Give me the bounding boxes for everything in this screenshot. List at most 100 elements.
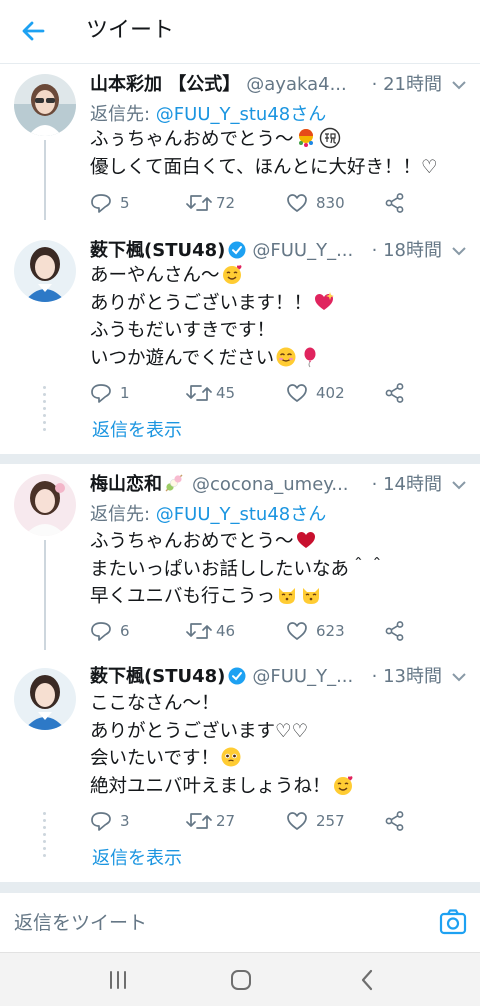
retweet-count: 27 xyxy=(216,812,236,830)
tweet[interactable]: 山本彩加 【公式】 @ayaka4... · 21時間 返信先: @FUU_Y_s… xyxy=(0,70,480,220)
tweet-line: ここなさん〜！ xyxy=(90,693,220,714)
page-title: ツイート xyxy=(86,18,175,43)
tweet-actions: 1 45 402 xyxy=(90,380,420,406)
show-replies-link[interactable]: 返信を表示 xyxy=(92,846,182,872)
reply-icon xyxy=(91,812,111,831)
like-count: 257 xyxy=(316,812,345,830)
conversation-separator xyxy=(0,454,480,464)
chevron-down-icon[interactable] xyxy=(452,246,466,256)
heart-icon xyxy=(287,622,307,640)
reply-to-user-link[interactable]: @FUU_Y_stu48さん xyxy=(156,504,326,525)
tweet-line: またいっぱいお話ししたいなあ＾＾ xyxy=(90,558,387,580)
tweet-line: ふうもだいすきです！ xyxy=(90,320,276,341)
tweet-line: 早くユニバも行こうっ xyxy=(90,586,276,607)
display-name[interactable]: 薮下楓(STU48) xyxy=(90,240,225,261)
thread-line xyxy=(44,540,46,650)
tweet[interactable]: 梅山恋和 @cocona_umey... · 14時間 返信先: @FUU_Y_s… xyxy=(0,470,480,650)
chevron-down-icon[interactable] xyxy=(452,480,466,490)
confetti-ball-emoji-icon xyxy=(298,129,313,147)
top-bar: ツイート xyxy=(0,0,480,64)
user-handle: @cocona_umey... xyxy=(192,474,349,495)
balloon-emoji-icon xyxy=(304,347,316,367)
system-nav-bar xyxy=(0,952,480,1006)
heart-icon xyxy=(287,384,307,402)
share-icon xyxy=(385,193,404,213)
display-name[interactable]: 山本彩加 【公式】 xyxy=(90,74,240,95)
tweet-text: ふぅちゃんおめでとう〜 優しくて面白くて、ほんとに大好き！！♡ xyxy=(90,126,470,181)
user-handle: @FUU_Y_... xyxy=(252,240,354,261)
display-name[interactable]: 梅山恋和 xyxy=(90,474,162,495)
pleading-face-emoji-icon xyxy=(221,747,241,767)
verified-badge-icon xyxy=(228,241,246,259)
reply-input[interactable]: 返信をツイート xyxy=(14,909,147,937)
reply-to: 返信先: @FUU_Y_stu48さん xyxy=(90,502,326,528)
tweet-actions: 3 27 257 xyxy=(90,808,420,834)
tweet[interactable]: 薮下楓(STU48) @FUU_Y_... · 18時間 あーやんさん〜 ありがと… xyxy=(0,236,480,446)
thread-dots xyxy=(43,386,47,435)
red-heart-emoji-icon xyxy=(296,532,315,548)
show-replies-link[interactable]: 返信を表示 xyxy=(92,418,182,444)
celebrate-kanji-emoji-icon xyxy=(319,127,340,149)
tweet[interactable]: 薮下楓(STU48) @FUU_Y_... · 13時間 ここなさん〜！ ありがと… xyxy=(0,662,480,872)
home-icon[interactable] xyxy=(227,967,255,993)
like-count: 402 xyxy=(316,384,345,402)
tweet-line: 会いたいです！ xyxy=(90,748,219,769)
tweet-line: ありがとうございます！！ xyxy=(90,292,313,314)
user-handle: @ayaka4... xyxy=(246,74,347,95)
avatar[interactable] xyxy=(14,240,76,302)
back-icon[interactable] xyxy=(354,967,382,993)
reply-to-user-link[interactable]: @FUU_Y_stu48さん xyxy=(156,104,326,125)
heart-icon xyxy=(287,812,307,830)
tweet-actions: 5 72 830 xyxy=(90,190,420,216)
tweet-line: ありがとうございます♡♡ xyxy=(90,720,309,742)
retweet-count: 45 xyxy=(216,384,236,402)
reply-to-label: 返信先: xyxy=(90,104,156,125)
tweet-text: あーやんさん〜 ありがとうございます！！ ふうもだいすきです！ いつか遊んでくだ… xyxy=(90,262,470,372)
chevron-down-icon[interactable] xyxy=(452,80,466,90)
tweet-line: ふぅちゃんおめでとう〜 xyxy=(90,129,294,150)
avatar[interactable] xyxy=(14,474,76,536)
recent-apps-icon[interactable] xyxy=(104,967,132,993)
smiling-face-with-hearts-emoji-icon xyxy=(222,265,241,284)
retweet-icon xyxy=(186,195,212,211)
tweet-line: あーやんさん〜 xyxy=(90,265,220,286)
tweet-line: ふうちゃんおめでとう〜 xyxy=(90,531,294,552)
tweet-line: 優しくて面白くて、ほんとに大好き！！♡ xyxy=(90,156,438,178)
thread-dots xyxy=(43,812,47,861)
reply-count: 6 xyxy=(120,622,130,640)
reply-count: 1 xyxy=(120,384,130,402)
smiling-face-with-hearts-emoji-icon xyxy=(333,775,352,795)
camera-icon[interactable] xyxy=(438,907,468,937)
reply-count: 3 xyxy=(120,812,130,830)
avatar[interactable] xyxy=(14,74,76,136)
avatar[interactable] xyxy=(14,668,76,730)
verified-badge-icon xyxy=(228,667,246,685)
sparkling-heart-emoji-icon xyxy=(315,291,335,310)
retweet-count: 72 xyxy=(216,194,236,212)
retweet-count: 46 xyxy=(216,622,236,640)
back-arrow-icon[interactable] xyxy=(18,16,48,46)
tweet-text: ふうちゃんおめでとう〜 またいっぱいお話ししたいなあ＾＾ 早くユニバも行こうっ xyxy=(90,528,470,611)
user-handle: @FUU_Y_... xyxy=(252,666,354,687)
timestamp: · 21時間 xyxy=(371,74,442,95)
tweet-actions: 6 46 623 xyxy=(90,618,420,644)
retweet-icon xyxy=(186,813,212,829)
share-icon xyxy=(385,621,404,641)
retweet-icon xyxy=(186,385,212,401)
like-count: 830 xyxy=(316,194,345,212)
reply-count: 5 xyxy=(120,194,130,212)
share-icon xyxy=(385,811,404,831)
share-icon xyxy=(385,383,404,403)
reply-bar: 返信をツイート xyxy=(0,892,480,952)
reply-icon xyxy=(91,194,111,213)
timestamp: · 13時間 xyxy=(371,666,442,687)
display-name[interactable]: 薮下楓(STU48) xyxy=(90,666,225,687)
chevron-down-icon[interactable] xyxy=(452,672,466,682)
kissing-cat-emoji-icon xyxy=(279,588,296,604)
reply-icon xyxy=(91,384,111,403)
tweet-line: 絶対ユニバ叶えましょうね！ xyxy=(90,775,331,797)
reply-to-label: 返信先: xyxy=(90,504,156,525)
kissing-cat-emoji-icon xyxy=(303,588,320,604)
reply-to: 返信先: @FUU_Y_stu48さん xyxy=(90,102,326,128)
reply-icon xyxy=(91,622,111,641)
